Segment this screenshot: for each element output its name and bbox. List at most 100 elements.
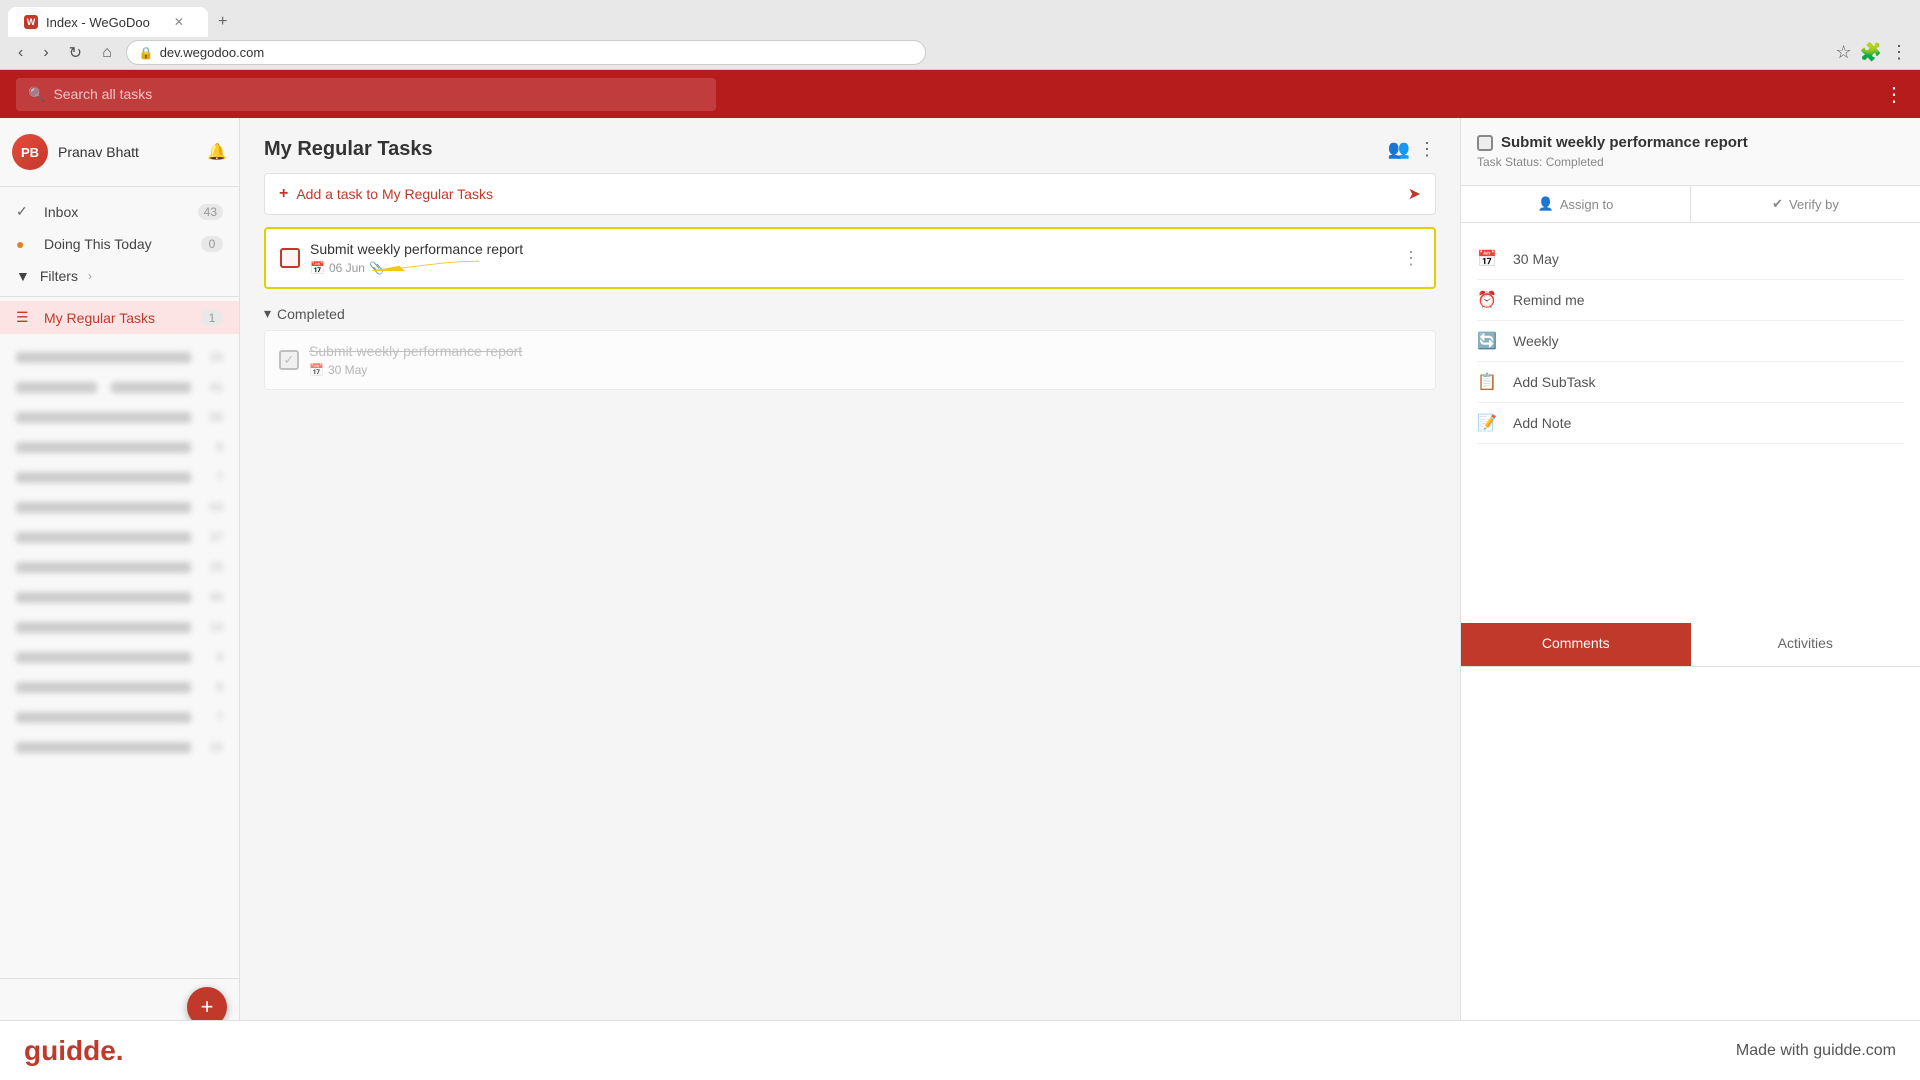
sidebar-item-inbox[interactable]: ✓ Inbox 43: [0, 195, 239, 228]
filter-icon: ▼: [16, 268, 30, 284]
sidebar-blurred-section: 16 41 55 6 7 53 37 25 46 14 4 6 7 15: [0, 342, 239, 978]
tab-activities[interactable]: Activities: [1691, 623, 1920, 666]
list-item: 6: [0, 672, 239, 702]
header-right: ⋮: [1884, 82, 1904, 107]
tab-comments[interactable]: Comments: [1461, 623, 1691, 666]
list-item: 37: [0, 522, 239, 552]
doing-today-count: 0: [201, 236, 223, 252]
attachment-icon: 📎: [369, 261, 384, 275]
rp-field-subtask[interactable]: 📋 Add SubTask: [1477, 362, 1904, 403]
forward-button[interactable]: ›: [37, 42, 54, 64]
browser-tabs: W Index - WeGoDoo ✕ +: [0, 0, 1920, 36]
assign-to-button[interactable]: 👤 Assign to: [1461, 186, 1691, 222]
browser-tab[interactable]: W Index - WeGoDoo ✕: [8, 7, 208, 37]
verify-by-button[interactable]: ✔ Verify by: [1691, 186, 1920, 222]
assign-icon: 👤: [1538, 196, 1554, 212]
header-menu-button[interactable]: ⋮: [1884, 82, 1904, 107]
task-meta: 📅 06 Jun 📎: [310, 261, 1392, 275]
guidde-made-with-text: Made with guidde.com: [1736, 1042, 1896, 1060]
sidebar-item-filters[interactable]: ▼ Filters ›: [0, 260, 239, 292]
submit-arrow-icon: ➤: [1408, 184, 1421, 204]
app-header: 🔍 ⋮: [0, 70, 1920, 118]
list-item: 15: [0, 732, 239, 762]
verify-icon: ✔: [1772, 196, 1783, 212]
rp-note-label: Add Note: [1513, 415, 1571, 431]
list-item: 25: [0, 552, 239, 582]
right-panel-title-checkbox[interactable]: [1477, 135, 1493, 151]
browser-toolbar: ‹ › ↻ ⌂ 🔒 dev.wegodoo.com ☆ 🧩 ⋮: [0, 36, 1920, 69]
inbox-icon: ✓: [16, 203, 34, 220]
search-input[interactable]: [53, 86, 704, 102]
weekly-icon: 🔄: [1477, 331, 1501, 351]
sidebar-item-label-doing-today: Doing This Today: [44, 236, 191, 252]
rp-subtask-label: Add SubTask: [1513, 374, 1596, 390]
right-panel: Submit weekly performance report Task St…: [1460, 118, 1920, 1080]
add-task-row[interactable]: + Add a task to My Regular Tasks ➤: [264, 173, 1436, 215]
comment-area-spacer: [1461, 667, 1920, 1035]
rp-field-weekly: 🔄 Weekly: [1477, 321, 1904, 362]
list-item: 46: [0, 582, 239, 612]
sidebar-item-label-inbox: Inbox: [44, 204, 188, 220]
verify-by-label: Verify by: [1789, 197, 1839, 212]
main-actions: 👥 ⋮: [1388, 139, 1436, 160]
right-panel-body: 📅 30 May ⏰ Remind me 🔄 Weekly 📋 Add SubT…: [1461, 223, 1920, 623]
task-checkbox[interactable]: [280, 248, 300, 268]
notification-button[interactable]: 🔔: [207, 142, 227, 162]
tasks-list: Submit weekly performance report 📅 06 Ju…: [240, 227, 1460, 1080]
main-header: My Regular Tasks 👥 ⋮: [240, 118, 1460, 173]
task-info: Submit weekly performance report 📅 30 Ma…: [309, 343, 1421, 377]
task-more-button[interactable]: ⋮: [1402, 248, 1420, 269]
new-tab-button[interactable]: +: [208, 7, 237, 37]
assign-to-label: Assign to: [1560, 197, 1613, 212]
task-checkbox-completed[interactable]: [279, 350, 299, 370]
sidebar-item-label-filters: Filters: [40, 268, 78, 284]
app-body: PB Pranav Bhatt 🔔 ✓ Inbox 43 ● Doing Thi…: [0, 118, 1920, 1080]
completed-label: Completed: [277, 306, 345, 322]
avatar: PB: [12, 134, 48, 170]
browser-menu-button[interactable]: ⋮: [1890, 42, 1908, 63]
right-panel-assign-actions: 👤 Assign to ✔ Verify by: [1461, 186, 1920, 223]
right-panel-title-text: Submit weekly performance report: [1501, 134, 1748, 151]
lock-icon: 🔒: [139, 46, 154, 60]
bookmark-button[interactable]: ☆: [1835, 42, 1851, 63]
refresh-button[interactable]: ↻: [63, 41, 88, 65]
rp-date-label: 30 May: [1513, 251, 1559, 267]
list-item: 16: [0, 342, 239, 372]
task-info: Submit weekly performance report 📅 06 Ju…: [310, 241, 1392, 275]
add-task-label: Add a task to My Regular Tasks: [296, 186, 1407, 202]
list-item: 4: [0, 642, 239, 672]
more-options-button[interactable]: ⋮: [1418, 139, 1436, 160]
table-row: Submit weekly performance report 📅 30 Ma…: [264, 330, 1436, 390]
sidebar-item-doing-today[interactable]: ● Doing This Today 0: [0, 228, 239, 260]
share-button[interactable]: 👥: [1388, 139, 1410, 160]
calendar-icon: 📅: [310, 261, 325, 275]
task-name-completed: Submit weekly performance report: [309, 343, 1421, 359]
home-button[interactable]: ⌂: [96, 42, 118, 64]
sidebar: PB Pranav Bhatt 🔔 ✓ Inbox 43 ● Doing Thi…: [0, 118, 240, 1080]
completed-header[interactable]: ▾ Completed: [264, 297, 1436, 330]
back-button[interactable]: ‹: [12, 42, 29, 64]
sidebar-item-my-regular-tasks[interactable]: ☰ My Regular Tasks 1: [0, 301, 239, 334]
task-name: Submit weekly performance report: [310, 241, 1392, 257]
list-item: 53: [0, 492, 239, 522]
list-item: 6: [0, 432, 239, 462]
table-row: Submit weekly performance report 📅 06 Ju…: [264, 227, 1436, 289]
rp-remind-label: Remind me: [1513, 292, 1585, 308]
user-name: Pranav Bhatt: [58, 144, 139, 160]
right-panel-tabs: Comments Activities: [1461, 623, 1920, 667]
completed-section: ▾ Completed Submit weekly performance re…: [264, 297, 1436, 390]
calendar-icon-rp: 📅: [1477, 249, 1501, 269]
tab-title: Index - WeGoDoo: [46, 15, 150, 30]
doing-today-icon: ●: [16, 236, 34, 252]
task-meta-completed: 📅 30 May: [309, 363, 1421, 377]
right-panel-header: Submit weekly performance report Task St…: [1461, 118, 1920, 186]
address-bar[interactable]: 🔒 dev.wegodoo.com: [126, 40, 926, 65]
completed-arrow-icon: ▾: [264, 305, 271, 322]
subtask-icon: 📋: [1477, 372, 1501, 392]
sidebar-nav: ✓ Inbox 43 ● Doing This Today 0 ▼ Filter…: [0, 187, 239, 342]
tab-close-icon[interactable]: ✕: [174, 15, 184, 29]
calendar-icon-completed: 📅: [309, 363, 324, 377]
search-bar[interactable]: 🔍: [16, 78, 716, 111]
rp-field-note[interactable]: 📝 Add Note: [1477, 403, 1904, 444]
extensions-button[interactable]: 🧩: [1860, 42, 1882, 63]
